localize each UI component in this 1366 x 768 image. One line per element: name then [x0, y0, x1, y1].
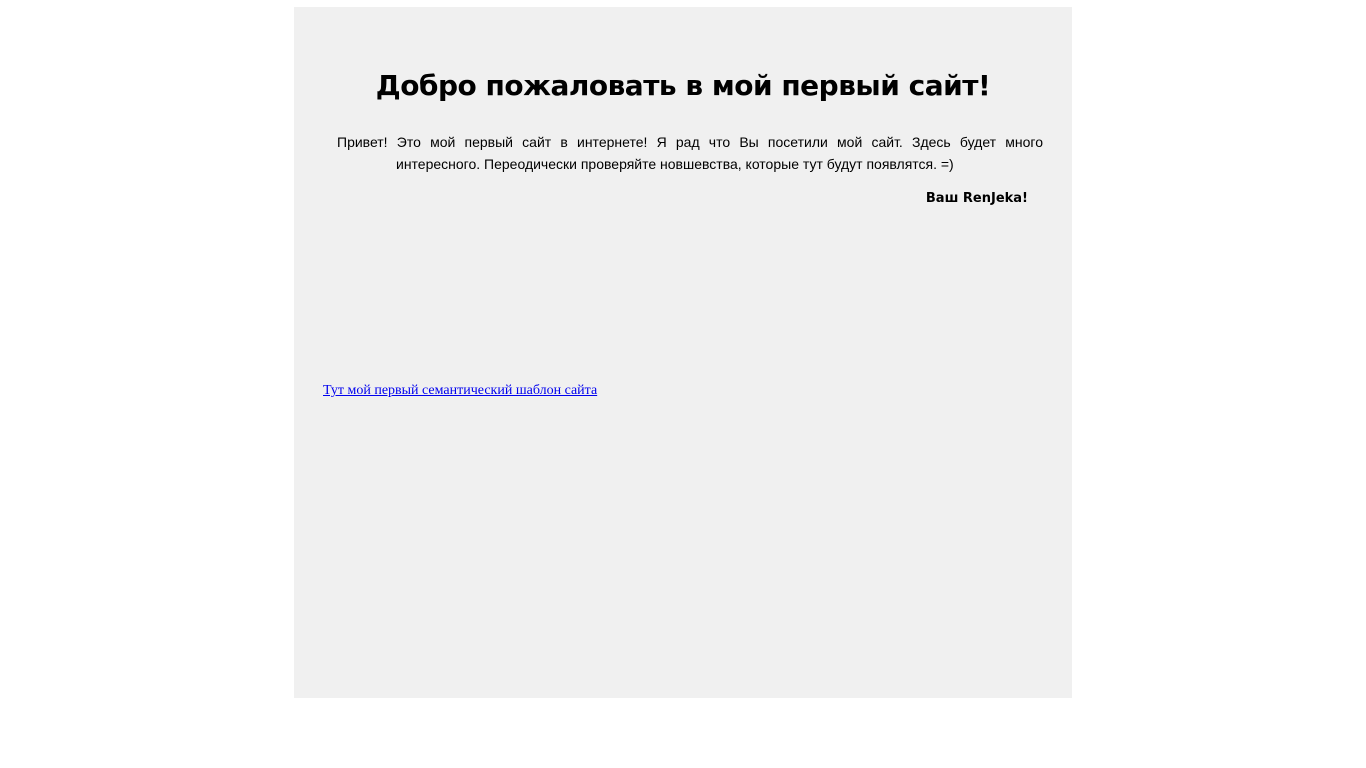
main-content-panel: Добро пожаловать в мой первый сайт! Прив…	[294, 7, 1072, 698]
semantic-template-link[interactable]: Тут мой первый семантический шаблон сайт…	[323, 382, 597, 399]
page-title: Добро пожаловать в мой первый сайт!	[375, 69, 991, 102]
intro-paragraph: Привет! Это мой первый сайт в интернете!…	[337, 134, 1043, 172]
author-signature: Ваш RenJeka!	[925, 191, 1028, 206]
